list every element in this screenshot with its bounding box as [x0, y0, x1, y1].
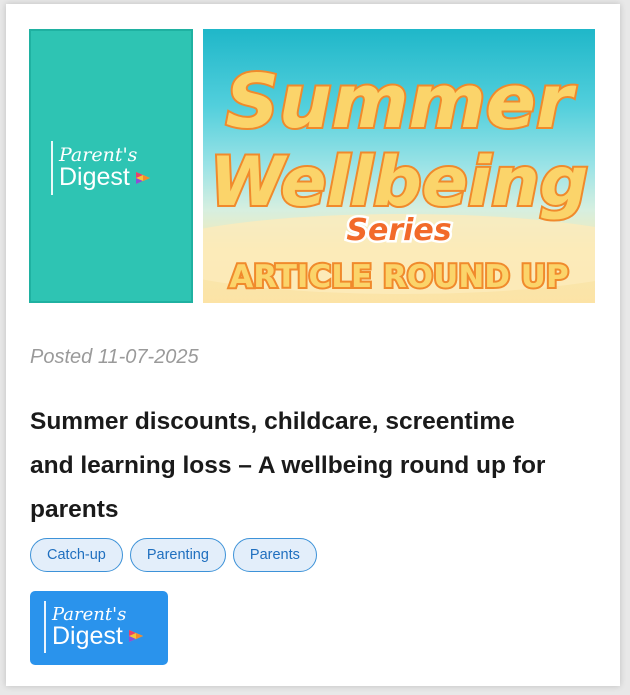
hero-brand-panel: Parent's Digest: [29, 29, 193, 303]
parents-digest-badge-logo: Parent's Digest: [44, 601, 145, 653]
posted-date: Posted 11-07-2025: [30, 346, 199, 368]
title-line: and learning loss – A wellbeing round up…: [30, 452, 546, 479]
headline-series: Series: [346, 213, 451, 248]
tag-parents[interactable]: Parents: [232, 538, 317, 572]
parents-digest-logo: Parent's Digest: [51, 141, 152, 195]
source-badge[interactable]: Parent's Digest: [30, 591, 168, 665]
hero-banner-image[interactable]: Summer Wellbeing Series ARTICLE ROUND UP: [203, 29, 595, 303]
tag-parenting[interactable]: Parenting: [129, 538, 226, 572]
play-triangle-icon: [128, 630, 143, 642]
badge-logo-line2: Digest: [52, 621, 123, 650]
article-card[interactable]: Parent's Digest Summer Wellbeing Series …: [6, 4, 620, 686]
badge-logo-line1: Parent's: [52, 603, 127, 625]
headline-summer: Summer: [226, 59, 577, 145]
tag-catch-up[interactable]: Catch-up: [30, 538, 123, 572]
headline-wellbeing: Wellbeing: [210, 143, 589, 222]
headline-subtitle: ARTICLE ROUND UP: [229, 259, 568, 295]
title-line: parents: [30, 496, 119, 523]
tag-list: Catch-up Parenting Parents: [30, 538, 317, 572]
article-title[interactable]: Summer discounts, childcare, screentime …: [30, 400, 600, 532]
title-line: Summer discounts, childcare, screentime: [30, 408, 515, 435]
logo-line2: Digest: [59, 163, 130, 191]
play-triangle-icon: [135, 171, 150, 184]
